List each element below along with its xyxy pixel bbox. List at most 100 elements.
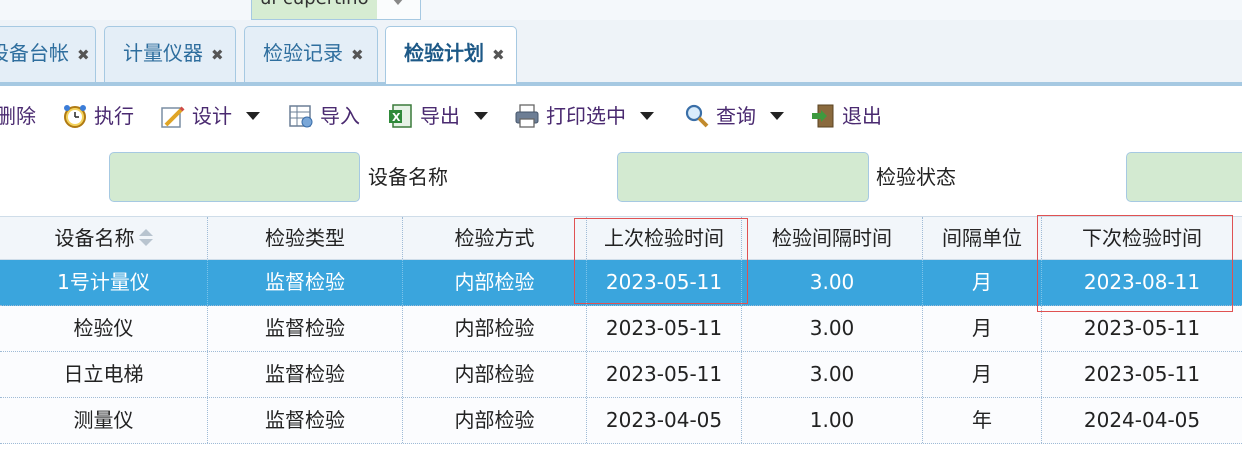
cell-interval: 3.00 (742, 306, 923, 351)
tab-inspection-plan[interactable]: 检验计划 ✖ (385, 26, 517, 84)
toolbar: 删除 执行 设计 导入 X 导出 打印选中 查询 退出 (0, 86, 1242, 146)
status-filter-label: 检验状态 (876, 165, 956, 189)
cell-next-inspection: 2024-04-05 (1083, 408, 1201, 432)
exit-button[interactable]: 退出 (810, 100, 882, 132)
cell-inspection-method: 内部检验 (403, 352, 587, 397)
printer-icon (514, 103, 540, 129)
execute-label: 执行 (94, 104, 134, 128)
import-table-icon (288, 103, 314, 129)
svg-text:X: X (392, 111, 401, 124)
column-header-next-inspection[interactable]: 下次检验时间 (1042, 217, 1242, 259)
print-selected-button[interactable]: 打印选中 (514, 100, 654, 132)
tab-label: 设备台帐 (0, 41, 69, 65)
cell-inspection-type: 监督检验 (208, 352, 403, 397)
cell-last-inspection: 2023-05-11 (587, 306, 742, 351)
column-header-interval[interactable]: 检验间隔时间 (742, 217, 923, 259)
close-icon[interactable]: ✖ (492, 29, 505, 81)
tab-label: 计量仪器 (123, 41, 203, 65)
tab-metering-instruments[interactable]: 计量仪器 ✖ (104, 26, 236, 82)
query-button[interactable]: 查询 (684, 100, 784, 132)
chevron-down-icon[interactable] (246, 112, 260, 120)
table-row[interactable]: 测量仪 监督检验 内部检验 2023-04-05 1.00 年 2024-04-… (0, 398, 1242, 444)
cell-inspection-type: 监督检验 (208, 260, 403, 305)
column-header-inspection-type[interactable]: 检验类型 (208, 217, 403, 259)
design-button[interactable]: 设计 (160, 100, 260, 132)
alarm-clock-icon (62, 103, 88, 129)
cell-device-name: 检验仪 (0, 306, 208, 351)
sort-icon[interactable] (138, 229, 153, 247)
tab-label: 检验计划 (404, 41, 484, 65)
theme-select[interactable]: ui-cupertino (251, 0, 421, 20)
excel-export-icon: X (388, 103, 414, 129)
close-icon[interactable]: ✖ (351, 29, 364, 81)
cell-interval-unit: 月 (923, 306, 1042, 351)
column-header-label: 设备名称 (54, 226, 135, 250)
close-icon[interactable]: ✖ (211, 29, 224, 81)
export-button[interactable]: X 导出 (388, 100, 488, 132)
cell-interval-unit: 月 (923, 352, 1042, 397)
cell-inspection-type: 监督检验 (208, 306, 403, 351)
cell-next-inspection: 2023-05-11 (1083, 316, 1201, 340)
tab-label: 检验记录 (263, 41, 343, 65)
query-label: 查询 (716, 104, 756, 128)
column-header-label: 检验间隔时间 (772, 226, 892, 250)
table-row[interactable]: 1号计量仪 监督检验 内部检验 2023-05-11 3.00 月 2023-0… (0, 260, 1242, 306)
cell-interval-unit: 年 (923, 398, 1042, 443)
delete-label: 删除 (0, 104, 36, 128)
theme-bar: ui-cupertino (0, 0, 1242, 21)
column-header-label: 检验方式 (454, 226, 535, 250)
cell-device-name: 测量仪 (0, 398, 208, 443)
exit-door-icon (810, 103, 836, 129)
column-header-interval-unit[interactable]: 间隔单位 (923, 217, 1042, 259)
export-label: 导出 (420, 104, 460, 128)
cell-interval: 3.00 (742, 352, 923, 397)
theme-select-value: ui-cupertino (252, 0, 377, 19)
grid-header: 设备名称 检验类型 检验方式 上次检验时间 检验间隔时间 间隔单位 下次检验时间 (0, 216, 1242, 260)
close-icon[interactable]: ✖ (77, 29, 90, 81)
column-header-inspection-method[interactable]: 检验方式 (403, 217, 587, 259)
column-header-device-name[interactable]: 设备名称 (0, 217, 208, 259)
chevron-down-icon[interactable] (640, 112, 654, 120)
cell-interval: 3.00 (742, 260, 923, 305)
cell-inspection-method: 内部检验 (403, 398, 587, 443)
pencil-edit-icon (160, 103, 186, 129)
import-label: 导入 (320, 104, 360, 128)
cell-next-inspection: 2023-05-11 (1083, 362, 1201, 386)
column-header-label: 检验类型 (265, 226, 345, 250)
execute-button[interactable]: 执行 (62, 100, 134, 132)
search-icon (684, 103, 710, 129)
third-filter-input[interactable] (1126, 152, 1242, 202)
column-header-label: 下次检验时间 (1082, 226, 1202, 250)
column-header-label: 间隔单位 (942, 226, 1022, 250)
column-header-last-inspection[interactable]: 上次检验时间 (587, 217, 742, 259)
chevron-down-icon[interactable] (392, 0, 404, 5)
cell-device-name: 1号计量仪 (0, 260, 208, 305)
device-name-filter-label: 设备名称 (368, 165, 448, 189)
cell-interval-unit: 月 (923, 260, 1042, 305)
cell-last-inspection: 2023-04-05 (587, 398, 742, 443)
cell-inspection-method: 内部检验 (403, 260, 587, 305)
cell-next-inspection: 2023-08-11 (1083, 270, 1201, 294)
device-name-filter-input[interactable] (109, 152, 360, 202)
delete-button[interactable]: 删除 (0, 100, 36, 132)
table-row[interactable]: 检验仪 监督检验 内部检验 2023-05-11 3.00 月 2023-05-… (0, 306, 1242, 352)
cell-interval: 1.00 (742, 398, 923, 443)
chevron-down-icon[interactable] (474, 112, 488, 120)
tab-equipment-ledger[interactable]: 设备台帐 ✖ (0, 26, 96, 82)
cell-inspection-type: 监督检验 (208, 398, 403, 443)
exit-label: 退出 (842, 104, 882, 128)
cell-last-inspection: 2023-05-11 (587, 352, 742, 397)
design-label: 设计 (192, 104, 232, 128)
chevron-down-icon[interactable] (770, 112, 784, 120)
cell-inspection-method: 内部检验 (403, 306, 587, 351)
print-selected-label: 打印选中 (546, 104, 626, 128)
table-row[interactable]: 日立电梯 监督检验 内部检验 2023-05-11 3.00 月 2023-05… (0, 352, 1242, 398)
filter-row: 设备名称 检验状态 (0, 146, 1242, 212)
tab-strip: 设备台帐 ✖ 计量仪器 ✖ 检验记录 ✖ 检验计划 ✖ (0, 20, 1242, 86)
column-header-label: 上次检验时间 (604, 226, 724, 250)
cell-last-inspection: 2023-05-11 (587, 260, 742, 305)
tab-inspection-records[interactable]: 检验记录 ✖ (244, 26, 378, 82)
status-filter-input[interactable] (617, 152, 869, 202)
cell-device-name: 日立电梯 (0, 352, 208, 397)
import-button[interactable]: 导入 (288, 100, 360, 132)
